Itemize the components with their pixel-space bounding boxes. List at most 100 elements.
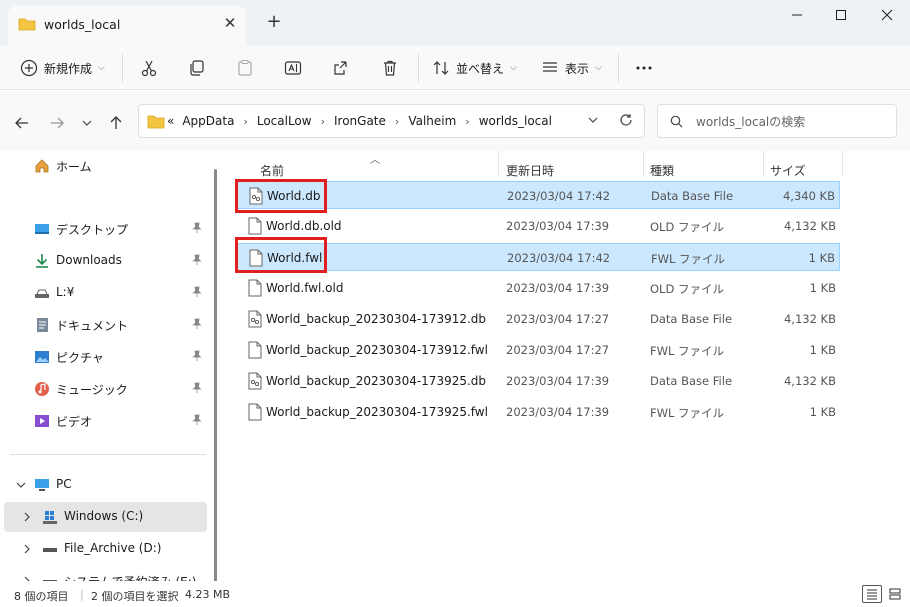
column-header-size[interactable]: サイズ bbox=[770, 162, 806, 179]
up-button[interactable] bbox=[106, 113, 126, 133]
sidebar-item-documents[interactable]: ドキュメント bbox=[0, 310, 207, 340]
sidebar-item-label: File_Archive (D:) bbox=[64, 541, 162, 555]
sidebar-item-file-archive-d[interactable]: File_Archive (D:) bbox=[0, 534, 207, 564]
forward-button[interactable] bbox=[47, 113, 67, 133]
column-divider[interactable] bbox=[498, 151, 499, 177]
chevron-right-icon[interactable]: › bbox=[465, 115, 469, 128]
tiles-view-button[interactable] bbox=[885, 585, 905, 603]
video-icon bbox=[34, 413, 50, 429]
music-icon bbox=[34, 381, 50, 397]
breadcrumb-overflow[interactable]: « bbox=[167, 114, 174, 128]
more-icon bbox=[636, 66, 652, 70]
pin-icon[interactable] bbox=[192, 382, 202, 397]
new-button[interactable]: 新規作成 ⌵ bbox=[20, 56, 105, 80]
file-icon bbox=[248, 341, 262, 362]
file-type: FWL ファイル bbox=[650, 344, 725, 358]
chevron-right-icon[interactable]: › bbox=[321, 115, 325, 128]
search-box[interactable] bbox=[657, 104, 897, 138]
cut-button[interactable] bbox=[140, 56, 158, 80]
column-divider[interactable] bbox=[643, 151, 644, 177]
arrow-right-icon bbox=[51, 117, 64, 129]
breadcrumb-worlds-local[interactable]: worlds_local bbox=[479, 114, 552, 128]
column-header-name[interactable]: 名前 bbox=[260, 162, 284, 179]
sidebar-item-desktop[interactable]: デスクトップ bbox=[0, 214, 207, 244]
breadcrumb-locallow[interactable]: LocalLow bbox=[257, 114, 312, 128]
maximize-button[interactable] bbox=[830, 6, 852, 26]
address-history-button[interactable] bbox=[587, 114, 599, 129]
copy-button[interactable] bbox=[188, 56, 206, 80]
selection-size: 4.23 MB bbox=[185, 588, 231, 601]
refresh-button[interactable] bbox=[619, 113, 633, 130]
rename-button[interactable] bbox=[284, 56, 302, 80]
column-header-type[interactable]: 種類 bbox=[650, 162, 674, 179]
chevron-right-icon[interactable] bbox=[22, 511, 32, 525]
chevron-right-icon[interactable]: › bbox=[395, 115, 399, 128]
column-divider[interactable] bbox=[842, 151, 843, 177]
clipboard-icon bbox=[238, 60, 252, 76]
breadcrumb-irongate[interactable]: IronGate bbox=[334, 114, 386, 128]
sidebar-item-pc[interactable]: PC bbox=[0, 470, 207, 500]
column-header-date[interactable]: 更新日時 bbox=[506, 162, 554, 179]
view-button[interactable]: 表示 ⌵ bbox=[541, 56, 602, 80]
breadcrumb-appdata[interactable]: AppData bbox=[182, 114, 234, 128]
file-row[interactable]: World_backup_20230304-173925.fwl 2023/03/… bbox=[236, 398, 840, 426]
sidebar-scrollbar[interactable] bbox=[214, 169, 217, 581]
file-type: FWL ファイル bbox=[651, 252, 726, 266]
file-date: 2023/03/04 17:39 bbox=[506, 281, 610, 295]
minimize-button[interactable] bbox=[786, 6, 808, 26]
search-input[interactable] bbox=[696, 112, 886, 132]
sidebar-item-music[interactable]: ミュージック bbox=[0, 374, 207, 404]
details-view-button[interactable] bbox=[862, 585, 882, 603]
column-divider[interactable] bbox=[763, 151, 764, 177]
file-row[interactable]: World_backup_20230304-173925.db 2023/03/0… bbox=[236, 367, 840, 395]
tab-close-icon[interactable]: ✕ bbox=[220, 14, 240, 32]
address-bar[interactable]: « AppData › LocalLow › IronGate › Valhei… bbox=[138, 104, 645, 138]
pin-icon[interactable] bbox=[192, 254, 202, 269]
close-window-button[interactable] bbox=[876, 6, 898, 26]
status-divider: | bbox=[80, 588, 84, 601]
sidebar-item-windows-c[interactable]: Windows (C:) bbox=[4, 502, 207, 532]
sort-button[interactable]: 並べ替え ⌵ bbox=[432, 56, 517, 80]
file-row[interactable]: World_backup_20230304-173912.db 2023/03/0… bbox=[236, 305, 840, 333]
window-tab[interactable]: worlds_local ✕ bbox=[8, 6, 246, 46]
sidebar-item-home[interactable]: ホーム bbox=[0, 151, 207, 181]
chevron-right-icon[interactable]: › bbox=[243, 115, 247, 128]
windows-drive-icon bbox=[42, 509, 58, 525]
arrow-up-icon bbox=[110, 116, 122, 129]
file-name: World_backup_20230304-173912.db bbox=[266, 312, 487, 326]
more-options-button[interactable] bbox=[634, 56, 654, 80]
file-row[interactable]: World_backup_20230304-173912.fwl 2023/03/… bbox=[236, 336, 840, 364]
pin-icon[interactable] bbox=[192, 286, 202, 301]
sidebar-item-label: デスクトップ bbox=[56, 223, 129, 237]
back-button[interactable] bbox=[12, 113, 32, 133]
file-row[interactable]: World.db.old 2023/03/04 17:39 OLD ファイル 4,13… bbox=[236, 212, 840, 240]
chevron-right-icon[interactable] bbox=[22, 543, 32, 557]
refresh-icon bbox=[620, 114, 632, 126]
pin-icon[interactable] bbox=[192, 350, 202, 365]
file-name: World_backup_20230304-173925.db bbox=[266, 374, 487, 388]
paste-button[interactable] bbox=[236, 56, 254, 80]
sidebar-item-downloads[interactable]: Downloads bbox=[0, 246, 207, 276]
recent-locations-button[interactable] bbox=[77, 113, 97, 133]
sidebar-item-drive-l[interactable]: L:¥ bbox=[0, 278, 207, 308]
pin-icon[interactable] bbox=[192, 222, 202, 237]
pin-icon[interactable] bbox=[192, 318, 202, 333]
file-name: World_backup_20230304-173925.fwl bbox=[266, 405, 488, 419]
sidebar-item-label: Downloads bbox=[56, 253, 122, 267]
pin-icon[interactable] bbox=[192, 414, 202, 429]
share-button[interactable] bbox=[332, 56, 350, 80]
new-tab-button[interactable]: + bbox=[264, 12, 284, 32]
download-icon bbox=[34, 253, 50, 269]
breadcrumb-valheim[interactable]: Valheim bbox=[408, 114, 456, 128]
file-size: 4,340 KB bbox=[782, 189, 835, 203]
delete-button[interactable] bbox=[381, 56, 399, 80]
sidebar-item-system-e[interactable]: システムで予約済み (E:) bbox=[0, 566, 207, 581]
chevron-down-icon[interactable] bbox=[16, 479, 26, 493]
chevron-down-icon: ⌵ bbox=[510, 63, 517, 73]
sidebar-item-pictures[interactable]: ピクチャ bbox=[0, 342, 207, 372]
drive-icon bbox=[42, 573, 58, 581]
sort-button-label: 並べ替え bbox=[456, 61, 505, 76]
sidebar-item-videos[interactable]: ビデオ bbox=[0, 406, 207, 436]
file-row[interactable]: World.fwl.old 2023/03/04 17:39 OLD ファイル 1 K… bbox=[236, 274, 840, 302]
selection-count: 2 個の項目を選択 bbox=[91, 590, 179, 603]
